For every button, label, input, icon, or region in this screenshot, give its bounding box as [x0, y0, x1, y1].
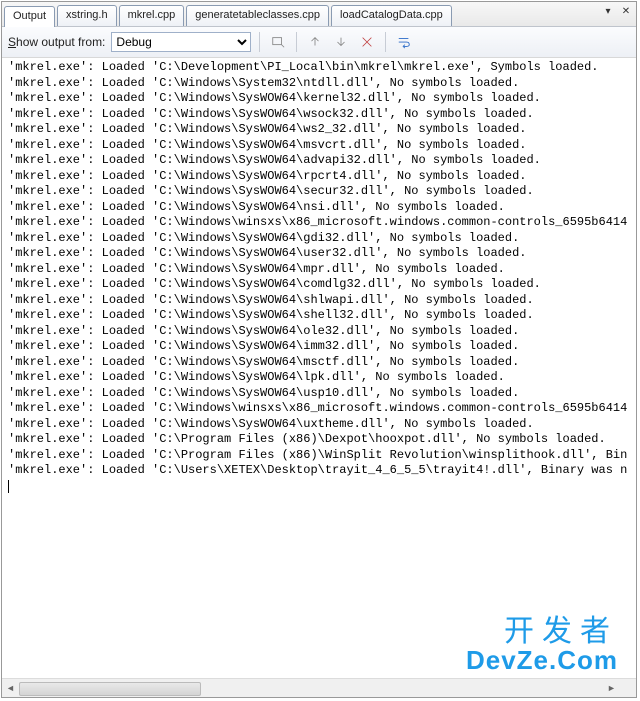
scroll-track[interactable]	[19, 680, 603, 696]
tab-mkrel-cpp[interactable]: mkrel.cpp	[119, 5, 185, 26]
tab-xstring-h[interactable]: xstring.h	[57, 5, 117, 26]
tabbar-controls: ▾ ✕	[600, 5, 634, 21]
show-output-from-label: Show output from:	[8, 35, 105, 49]
clear-all-icon[interactable]	[357, 32, 377, 52]
toolbar-separator	[385, 32, 386, 52]
tab-dropdown-icon[interactable]: ▾	[600, 5, 616, 21]
horizontal-scrollbar[interactable]: ◄ ►	[2, 678, 620, 697]
scroll-corner	[620, 678, 636, 697]
toolbar-separator	[296, 32, 297, 52]
tab-generatetableclasses-cpp[interactable]: generatetableclasses.cpp	[186, 5, 329, 26]
tab-close-icon[interactable]: ✕	[618, 5, 634, 21]
output-toolbar: Show output from: Debug	[2, 27, 636, 58]
scroll-right-arrow-icon[interactable]: ►	[603, 680, 620, 696]
toggle-word-wrap-icon[interactable]	[394, 32, 414, 52]
previous-icon[interactable]	[305, 32, 325, 52]
find-message-icon[interactable]	[268, 32, 288, 52]
output-content-wrap: 'mkrel.exe': Loaded 'C:\Development\PI_L…	[2, 58, 636, 697]
toolbar-separator	[259, 32, 260, 52]
output-panel: Output xstring.h mkrel.cpp generatetable…	[1, 1, 637, 698]
next-icon[interactable]	[331, 32, 351, 52]
scroll-left-arrow-icon[interactable]: ◄	[2, 680, 19, 696]
tab-loadcatalogdata-cpp[interactable]: loadCatalogData.cpp	[331, 5, 452, 26]
scroll-thumb[interactable]	[19, 682, 201, 696]
output-source-select[interactable]: Debug	[111, 32, 251, 52]
tab-output[interactable]: Output	[4, 6, 55, 27]
output-text-area[interactable]: 'mkrel.exe': Loaded 'C:\Development\PI_L…	[2, 58, 636, 679]
file-tabbar: Output xstring.h mkrel.cpp generatetable…	[2, 2, 636, 27]
text-cursor	[8, 480, 9, 493]
